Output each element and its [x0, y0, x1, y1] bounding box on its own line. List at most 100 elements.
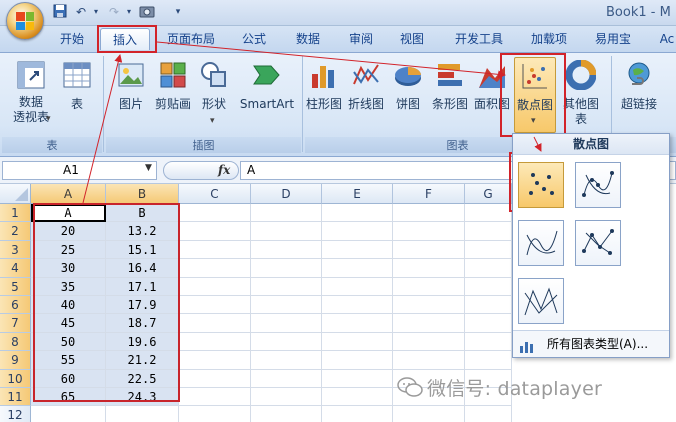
column-header[interactable]: G [465, 184, 512, 204]
line-chart-button[interactable]: 折线图 [346, 60, 386, 112]
cell[interactable] [322, 240, 393, 260]
undo-dropdown-icon[interactable]: ▾ [88, 4, 104, 20]
row-header[interactable]: 7 [0, 314, 31, 333]
name-box[interactable]: A1 [2, 161, 157, 180]
row-header[interactable]: 1 [0, 204, 31, 223]
row-header[interactable]: 9 [0, 351, 31, 370]
cell[interactable] [465, 406, 512, 422]
scatter-smooth-markers-option[interactable] [575, 162, 621, 208]
cell[interactable]: 40 [31, 296, 106, 315]
scatter-straight-markers-option[interactable] [575, 220, 621, 266]
cell[interactable] [179, 314, 251, 333]
cell[interactable] [322, 314, 393, 333]
cell[interactable]: 20 [31, 222, 106, 241]
cell[interactable] [251, 406, 322, 422]
cell[interactable] [251, 222, 322, 241]
cell[interactable] [179, 388, 251, 407]
hyperlink-button[interactable]: 超链接 [616, 60, 662, 112]
cell[interactable] [393, 240, 465, 260]
insert-function-button[interactable]: fx [218, 163, 230, 177]
cell[interactable] [465, 204, 512, 223]
cell[interactable] [251, 259, 322, 278]
camera-icon[interactable] [139, 4, 155, 20]
picture-button[interactable]: 图片 [112, 60, 150, 112]
cell[interactable] [322, 296, 393, 315]
cell[interactable] [393, 259, 465, 278]
row-header[interactable]: 4 [0, 259, 31, 278]
area-chart-button[interactable]: 面积图 [472, 60, 512, 112]
column-header[interactable]: A [31, 184, 106, 204]
row-header[interactable]: 2 [0, 222, 31, 241]
tab-acrobat[interactable]: Ac [652, 28, 676, 50]
cell[interactable] [465, 314, 512, 333]
cell[interactable] [179, 240, 251, 260]
tab-formulas[interactable]: 公式 [234, 28, 274, 50]
cell[interactable] [393, 351, 465, 370]
tab-insert[interactable]: 插入 [100, 28, 150, 50]
row-header[interactable]: 10 [0, 369, 31, 388]
cell[interactable] [465, 351, 512, 370]
redo-dropdown-icon[interactable]: ▾ [121, 4, 137, 20]
cell[interactable] [322, 369, 393, 388]
cell[interactable] [251, 204, 322, 223]
clipart-button[interactable]: 剪贴画 [152, 60, 194, 112]
cell[interactable] [393, 222, 465, 241]
cell[interactable]: 25 [31, 240, 106, 260]
cell[interactable] [393, 296, 465, 315]
cell[interactable] [179, 332, 251, 352]
cell[interactable] [322, 388, 393, 407]
tab-view[interactable]: 视图 [392, 28, 432, 50]
customize-qat-icon[interactable]: ▾ [170, 4, 186, 20]
cell[interactable]: 16.4 [106, 259, 179, 278]
cell[interactable]: 24.3 [106, 388, 179, 407]
cell[interactable] [251, 351, 322, 370]
cell[interactable] [179, 277, 251, 296]
pivot-dropdown-icon[interactable]: ▾ [46, 114, 51, 124]
cell[interactable] [465, 296, 512, 315]
scatter-dropdown-icon[interactable]: ▾ [531, 116, 536, 126]
cell[interactable] [251, 314, 322, 333]
other-charts-button[interactable]: 其他图表 [558, 59, 604, 127]
column-header[interactable]: B [106, 184, 179, 204]
cell[interactable] [465, 240, 512, 260]
cell[interactable] [393, 406, 465, 422]
row-header[interactable]: 12 [0, 406, 31, 422]
cell[interactable] [322, 351, 393, 370]
cell[interactable] [465, 222, 512, 241]
cell[interactable]: 30 [31, 259, 106, 278]
column-header[interactable]: D [251, 184, 322, 204]
scatter-smooth-lines-option[interactable] [518, 220, 564, 266]
cell[interactable] [322, 204, 393, 223]
cell[interactable] [179, 204, 251, 223]
cell[interactable] [179, 406, 251, 422]
cell[interactable]: 18.7 [106, 314, 179, 333]
cell[interactable] [393, 332, 465, 352]
tab-data[interactable]: 数据 [288, 28, 328, 50]
all-chart-types-link[interactable]: 所有图表类型(A)... [513, 330, 669, 357]
column-header[interactable]: E [322, 184, 393, 204]
cell[interactable] [465, 277, 512, 296]
cell[interactable]: 60 [31, 369, 106, 388]
tab-add-ins[interactable]: 加载项 [524, 28, 574, 50]
office-button[interactable] [6, 2, 44, 40]
undo-icon[interactable]: ↶ [73, 4, 89, 20]
save-icon[interactable] [52, 4, 68, 20]
cell[interactable] [251, 240, 322, 260]
cell[interactable] [322, 332, 393, 352]
shapes-dropdown-icon[interactable]: ▾ [210, 116, 215, 126]
column-header[interactable]: C [179, 184, 251, 204]
cell[interactable] [251, 296, 322, 315]
shapes-button[interactable]: 形状 [196, 60, 232, 112]
redo-icon[interactable]: ↷ [106, 4, 122, 20]
tab-review[interactable]: 审阅 [341, 28, 381, 50]
cell[interactable]: 17.9 [106, 296, 179, 315]
cell[interactable] [465, 259, 512, 278]
cell[interactable] [179, 222, 251, 241]
cell[interactable]: A [31, 204, 106, 223]
cell[interactable]: 35 [31, 277, 106, 296]
bar-chart-button[interactable]: 条形图 [430, 60, 470, 112]
cell[interactable]: 55 [31, 351, 106, 370]
tab-developer[interactable]: 开发工具 [446, 28, 512, 50]
column-header[interactable]: F [393, 184, 465, 204]
row-header[interactable]: 3 [0, 240, 31, 260]
